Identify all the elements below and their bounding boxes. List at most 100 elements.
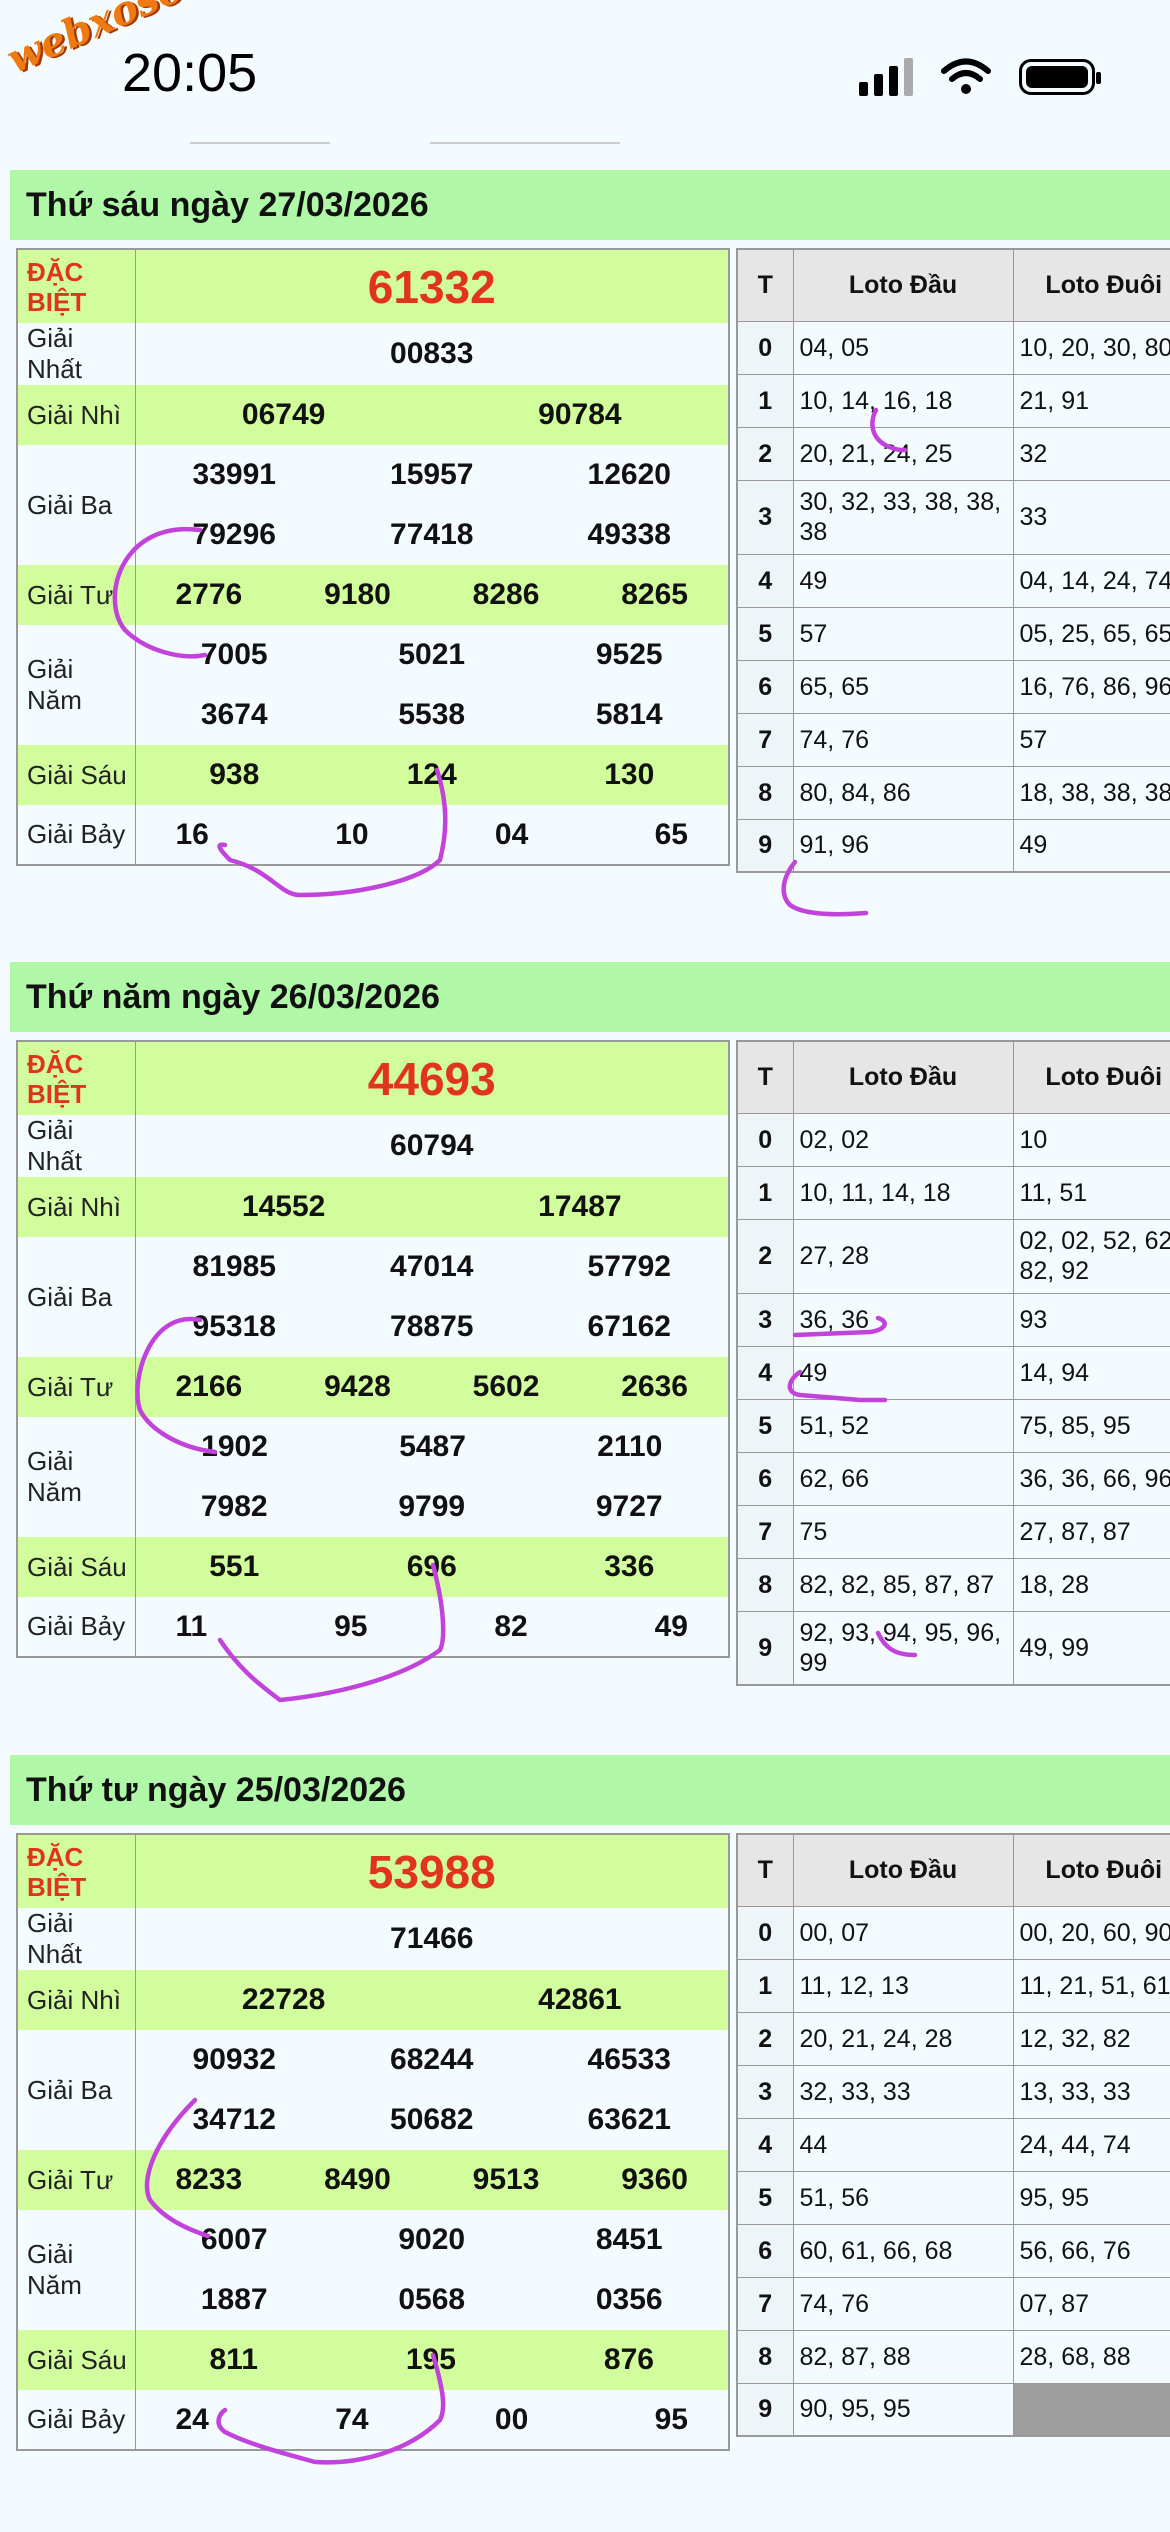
prize-label: Giải Sáu bbox=[17, 2330, 136, 2390]
prize-number: 1902 bbox=[201, 1430, 268, 1463]
loto-dau-cell: 80, 84, 86 bbox=[792, 765, 1014, 820]
loto-header-dau: Loto Đầu bbox=[792, 1040, 1014, 1114]
loto-head-digit: 2 bbox=[736, 1218, 794, 1294]
prize-number: 8490 bbox=[324, 2163, 391, 2196]
loto-header-duoi: Loto Đuôi bbox=[1012, 1833, 1170, 1907]
wifi-icon bbox=[941, 58, 991, 94]
prize-label: Giải Ba bbox=[17, 1237, 136, 1357]
loto-dau-cell: 62, 66 bbox=[792, 1451, 1014, 1506]
loto-head-digit: 3 bbox=[736, 2064, 794, 2119]
loto-duoi-cell bbox=[1012, 2382, 1170, 2437]
loto-dau-cell: 92, 93, 94, 95, 96, 99 bbox=[792, 1610, 1014, 1686]
loto-row: 6 65, 65 16, 76, 86, 96 bbox=[736, 659, 1170, 714]
prize-number: 74 bbox=[335, 2402, 369, 2436]
loto-head-digit: 2 bbox=[736, 2011, 794, 2066]
loto-head-digit: 4 bbox=[736, 553, 794, 608]
loto-row: 9 92, 93, 94, 95, 96, 99 49, 99 bbox=[736, 1610, 1170, 1686]
loto-head-digit: 8 bbox=[736, 765, 794, 820]
prize-label: Giải Sáu bbox=[17, 1537, 136, 1597]
loto-head-digit: 2 bbox=[736, 426, 794, 481]
third-prize-row: Giải Ba 81985 47014 57792 bbox=[17, 1237, 730, 1357]
prize-label: Giải Năm bbox=[17, 625, 136, 745]
prize-number: 0568 bbox=[398, 2283, 466, 2316]
prize-label: Giải Tư bbox=[17, 565, 136, 625]
prize-number: 696 bbox=[406, 1550, 457, 1583]
prize-number: 5021 bbox=[398, 638, 466, 671]
special-prize-row: ĐẶC BIỆT 53988 bbox=[17, 1834, 730, 1908]
loto-header-duoi: Loto Đuôi bbox=[1012, 1040, 1170, 1114]
loto-head-digit: 6 bbox=[736, 659, 794, 714]
loto-duoi-cell: 05, 25, 65, 65 bbox=[1012, 606, 1170, 661]
prize-number: 8233 bbox=[175, 2163, 243, 2196]
prize-number: 9428 bbox=[324, 1370, 391, 1403]
prize-number: 2166 bbox=[175, 1370, 243, 1403]
loto-head-digit: 6 bbox=[736, 2223, 794, 2278]
fourth-prize-row: Giải Tư 8233 8490 9513 9360 bbox=[17, 2150, 730, 2210]
prize-label: Giải Ba bbox=[17, 2030, 136, 2150]
loto-head-digit: 7 bbox=[736, 712, 794, 767]
loto-head-digit: 4 bbox=[736, 2117, 794, 2172]
prize-number: 95 bbox=[654, 2402, 688, 2436]
loto-header-t: T bbox=[736, 1040, 794, 1114]
loto-duoi-cell: 95, 95 bbox=[1012, 2170, 1170, 2225]
day-title: Thứ năm ngày 26/03/2026 bbox=[10, 962, 1170, 1032]
loto-duoi-cell: 04, 14, 24, 74, bbox=[1012, 553, 1170, 608]
loto-head-digit: 7 bbox=[736, 2276, 794, 2331]
loto-duoi-cell: 02, 02, 52, 62, 82, 92 bbox=[1012, 1218, 1170, 1294]
loto-duoi-cell: 49 bbox=[1012, 818, 1170, 873]
prize-number: 42861 bbox=[538, 1983, 622, 2016]
loto-head-digit: 1 bbox=[736, 373, 794, 428]
loto-dau-cell: 36, 36 bbox=[792, 1292, 1014, 1347]
loto-duoi-cell: 10, 20, 30, 80 bbox=[1012, 320, 1170, 375]
loto-head-digit: 8 bbox=[736, 1557, 794, 1612]
previous-section-tabs bbox=[190, 118, 1170, 144]
result-day-section: Thứ sáu ngày 27/03/2026 ĐẶC BIỆT 61332 G… bbox=[0, 170, 1170, 950]
seventh-prize-row: Giải Bảy 16 10 04 65 bbox=[17, 805, 730, 865]
loto-row: 9 90, 95, 95 bbox=[736, 2382, 1170, 2437]
loto-duoi-cell: 10 bbox=[1012, 1112, 1170, 1167]
prize-label: Giải Nhì bbox=[17, 1177, 136, 1237]
prize-number: 2776 bbox=[175, 578, 243, 611]
loto-head-digit: 3 bbox=[736, 1292, 794, 1347]
prize-number: 78875 bbox=[390, 1310, 474, 1343]
prize-number: 60794 bbox=[390, 1129, 474, 1162]
prize-number: 49338 bbox=[587, 518, 671, 551]
day-title: Thứ sáu ngày 27/03/2026 bbox=[10, 170, 1170, 240]
prize-number: 9727 bbox=[595, 1490, 663, 1523]
loto-head-digit: 6 bbox=[736, 1451, 794, 1506]
prize-number: 7982 bbox=[200, 1490, 268, 1523]
loto-duoi-cell: 16, 76, 86, 96 bbox=[1012, 659, 1170, 714]
loto-row: 7 75 27, 87, 87 bbox=[736, 1504, 1170, 1559]
loto-head-digit: 5 bbox=[736, 1398, 794, 1453]
first-prize-row: Giải Nhất 60794 bbox=[17, 1115, 730, 1177]
loto-header-dau: Loto Đầu bbox=[792, 1833, 1014, 1907]
loto-row: 5 51, 56 95, 95 bbox=[736, 2170, 1170, 2225]
prize-number: 67162 bbox=[587, 1310, 671, 1343]
loto-duoi-cell: 28, 68, 88 bbox=[1012, 2329, 1170, 2384]
prize-number: 63621 bbox=[587, 2103, 671, 2136]
special-prize-row: ĐẶC BIỆT 44693 bbox=[17, 1041, 730, 1115]
loto-row: 9 91, 96 49 bbox=[736, 818, 1170, 873]
prize-number: 81985 bbox=[192, 1250, 276, 1283]
loto-head-digit: 8 bbox=[736, 2329, 794, 2384]
prize-number: 68244 bbox=[390, 2043, 474, 2076]
status-icons bbox=[859, 58, 1101, 96]
loto-row: 6 60, 61, 66, 68 56, 66, 76 bbox=[736, 2223, 1170, 2278]
prize-number: 9180 bbox=[324, 578, 391, 611]
loto-duoi-cell: 27, 87, 87 bbox=[1012, 1504, 1170, 1559]
prize-number: 95 bbox=[334, 1609, 368, 1643]
third-prize-row: Giải Ba 90932 68244 46533 bbox=[17, 2030, 730, 2150]
prize-number: 124 bbox=[406, 758, 457, 791]
loto-dau-cell: 49 bbox=[792, 553, 1014, 608]
loto-row: 3 30, 32, 33, 38, 38, 38 33 bbox=[736, 479, 1170, 555]
loto-duoi-cell: 93 bbox=[1012, 1292, 1170, 1347]
prize-number: 22728 bbox=[241, 1983, 326, 2016]
loto-duoi-cell: 11, 21, 51, 61 bbox=[1012, 1958, 1170, 2013]
fifth-prize-row: Giải Năm 6007 9020 8451 bbox=[17, 2210, 730, 2330]
prize-number: 65 bbox=[654, 817, 688, 851]
seventh-prize-row: Giải Bảy 24 74 00 95 bbox=[17, 2390, 730, 2450]
prize-number: 5538 bbox=[398, 698, 466, 731]
loto-dau-cell: 60, 61, 66, 68 bbox=[792, 2223, 1014, 2278]
loto-dau-cell: 82, 82, 85, 87, 87 bbox=[792, 1557, 1014, 1612]
loto-dau-cell: 90, 95, 95 bbox=[792, 2382, 1014, 2437]
